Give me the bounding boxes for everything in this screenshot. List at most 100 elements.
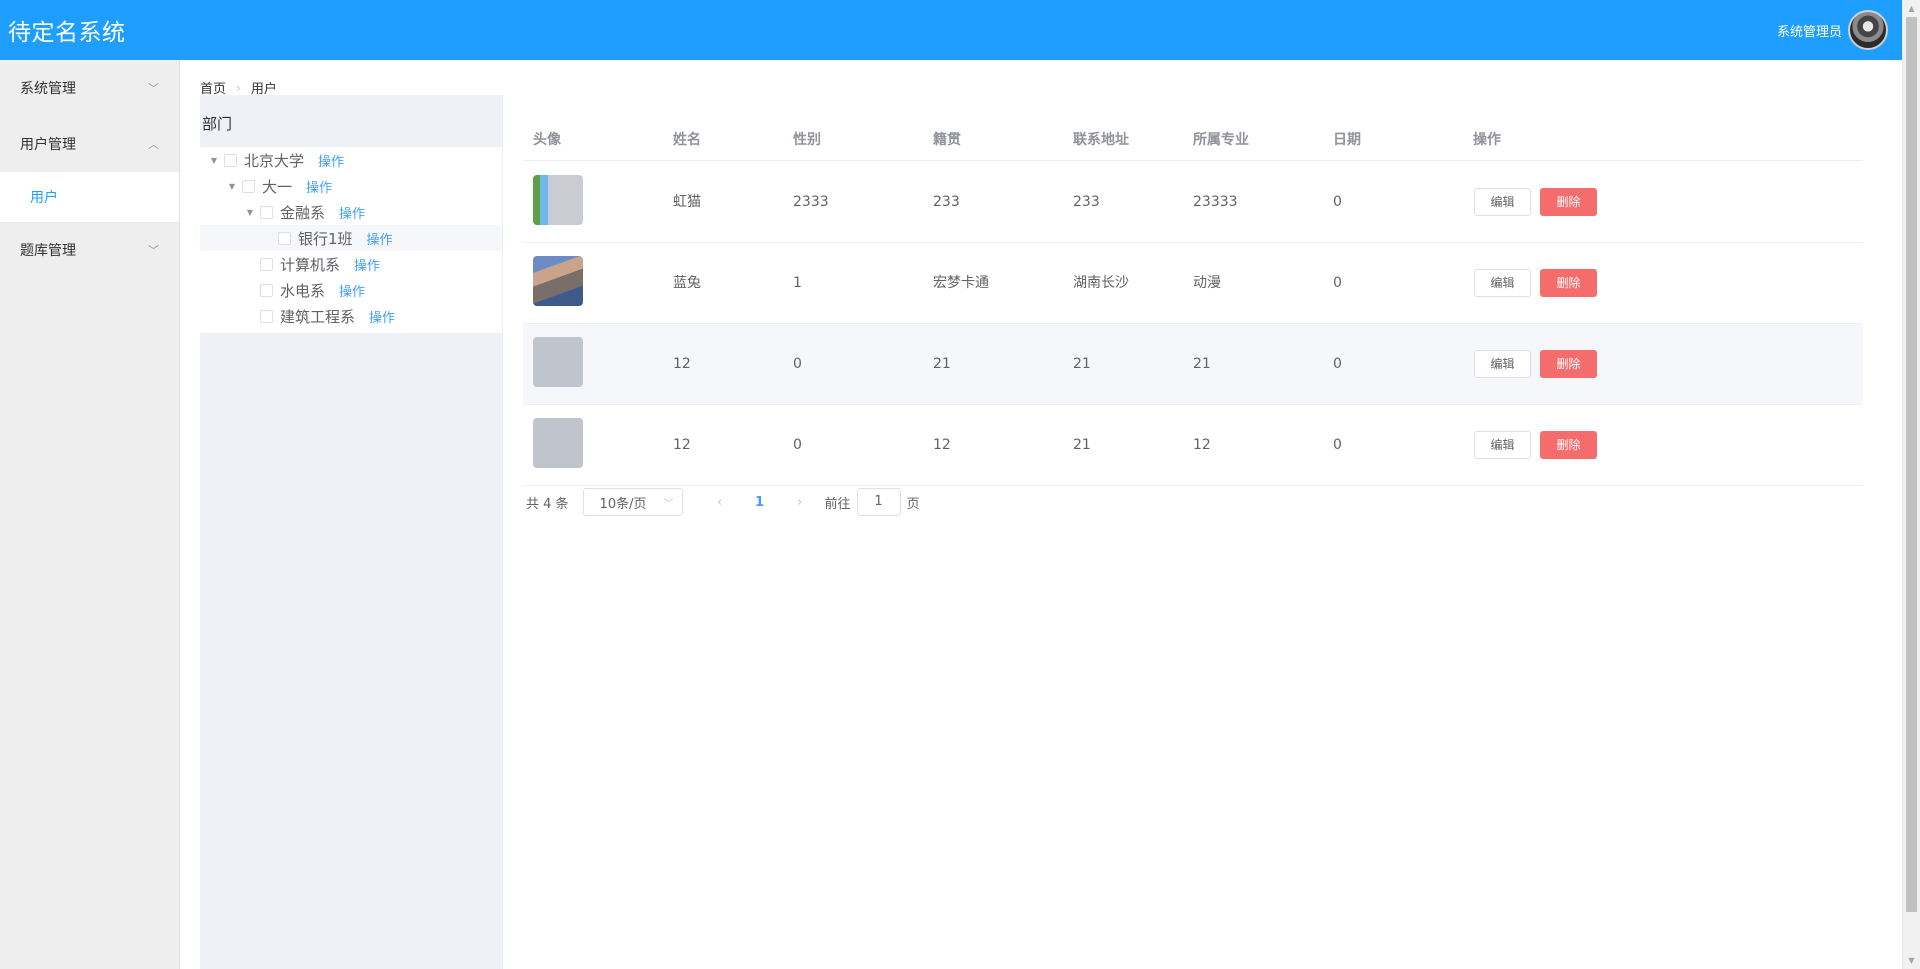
edit-button[interactable]: 编辑 <box>1474 350 1531 378</box>
cell-major: 21 <box>1193 356 1211 372</box>
cell-date: 0 <box>1333 356 1342 372</box>
delete-button[interactable]: 删除 <box>1540 188 1597 216</box>
tree-checkbox[interactable] <box>224 153 237 167</box>
cell-major: 12 <box>1193 437 1211 453</box>
tree-checkbox[interactable] <box>260 257 273 271</box>
page-scrollbar[interactable]: ▲ ▼ <box>1902 0 1920 969</box>
goto-label: 前往 <box>824 496 851 512</box>
table-row: 蓝兔 1 宏梦卡通 湖南长沙 动漫 0 编辑 删除 <box>523 243 1863 324</box>
scroll-thumb[interactable] <box>1906 17 1917 912</box>
page-size-value: 10条/页 <box>599 496 647 512</box>
top-header: 待定名系统 系统管理员 <box>0 0 1902 60</box>
tree-node[interactable]: ▼ 大一 操作 <box>200 173 502 199</box>
sidebar: 系统管理 ﹀ 用户管理 ︿ 用户 题库管理 ﹀ <box>0 60 180 969</box>
sidebar-item-user-management[interactable]: 用户管理 ︿ <box>0 116 179 172</box>
cell-native: 12 <box>933 437 951 453</box>
tree-node-op-link[interactable]: 操作 <box>318 151 344 170</box>
tree-checkbox[interactable] <box>260 283 273 297</box>
user-avatar-placeholder <box>533 418 583 468</box>
cell-name: 虹猫 <box>673 194 701 210</box>
next-page-icon[interactable]: › <box>785 495 815 510</box>
user-table-area: 头像 姓名 性别 籍贯 联系地址 所属专业 日期 操作 虹猫 2333 233 … <box>502 95 1882 969</box>
chevron-right-icon: › <box>236 80 241 95</box>
column-header: 联系地址 <box>1073 132 1129 148</box>
tree-node-label: 水电系 <box>280 281 326 300</box>
scroll-up-arrow-icon[interactable]: ▲ <box>1903 0 1920 17</box>
column-header: 性别 <box>793 132 821 148</box>
page-suffix-label: 页 <box>906 496 920 512</box>
cell-date: 0 <box>1333 437 1342 453</box>
tree-checkbox[interactable] <box>260 309 273 323</box>
tree-node[interactable]: ▼ 建筑工程系 操作 <box>200 303 502 329</box>
column-header: 所属专业 <box>1193 132 1249 148</box>
caret-down-icon[interactable]: ▼ <box>226 182 238 191</box>
page-number-current[interactable]: 1 <box>745 495 775 510</box>
tree-node[interactable]: ▼ 银行1班 操作 <box>200 225 502 251</box>
cell-gender: 1 <box>793 275 802 291</box>
user-name[interactable]: 系统管理员 <box>1777 21 1842 40</box>
goto-page-input[interactable]: 1 <box>856 488 901 516</box>
cell-major: 23333 <box>1193 194 1238 210</box>
chevron-down-icon: ﹀ <box>148 244 159 257</box>
tree-node-op-link[interactable]: 操作 <box>339 281 365 300</box>
user-avatar-thumbnail <box>533 256 583 306</box>
app-title: 待定名系统 <box>8 20 126 46</box>
sidebar-item-system-management[interactable]: 系统管理 ﹀ <box>0 60 179 116</box>
tree-node[interactable]: ▼ 水电系 操作 <box>200 277 502 303</box>
tree-node-label: 建筑工程系 <box>280 307 356 326</box>
sidebar-item-label: 系统管理 <box>20 81 76 97</box>
edit-button[interactable]: 编辑 <box>1474 269 1531 297</box>
scroll-down-arrow-icon[interactable]: ▼ <box>1903 952 1920 969</box>
user-avatar-thumbnail <box>533 175 583 225</box>
tree-node-op-link[interactable]: 操作 <box>339 203 365 222</box>
tree-node-op-link[interactable]: 操作 <box>354 255 380 274</box>
edit-button[interactable]: 编辑 <box>1474 431 1531 459</box>
edit-button[interactable]: 编辑 <box>1474 188 1531 216</box>
tree-node-op-link[interactable]: 操作 <box>306 177 332 196</box>
sidebar-subitem-users[interactable]: 用户 <box>0 172 179 222</box>
column-header: 籍贯 <box>933 132 961 148</box>
tree-node-label: 北京大学 <box>244 151 305 170</box>
pagination: 共 4 条 10条/页 ﹀ ‹ 1 › 前往 1 页 <box>526 488 920 516</box>
page-size-select[interactable]: 10条/页 ﹀ <box>582 488 683 516</box>
tree-checkbox[interactable] <box>242 179 255 193</box>
pagination-total: 共 4 条 <box>526 496 569 512</box>
cell-name: 12 <box>673 356 691 372</box>
delete-button[interactable]: 删除 <box>1540 269 1597 297</box>
avatar[interactable] <box>1848 10 1888 50</box>
cell-native: 宏梦卡通 <box>933 275 989 291</box>
cell-address: 21 <box>1073 356 1091 372</box>
sidebar-item-question-bank[interactable]: 题库管理 ﹀ <box>0 222 179 278</box>
sidebar-subitem-label: 用户 <box>30 190 58 206</box>
cell-gender: 0 <box>793 356 802 372</box>
dept-panel: 部门 ▼ 北京大学 操作 ▼ 大一 操作 ▼ 金融系 操作 ▼ 银行1班 操作 … <box>200 95 502 969</box>
tree-node[interactable]: ▼ 金融系 操作 <box>200 199 502 225</box>
delete-button[interactable]: 删除 <box>1540 350 1597 378</box>
sidebar-item-label: 题库管理 <box>20 243 76 259</box>
cell-address: 21 <box>1073 437 1091 453</box>
caret-down-icon[interactable]: ▼ <box>244 208 256 217</box>
cell-date: 0 <box>1333 194 1342 210</box>
chevron-up-icon: ︿ <box>148 138 159 151</box>
tree-node-label: 金融系 <box>280 203 326 222</box>
tree-node[interactable]: ▼ 计算机系 操作 <box>200 251 502 277</box>
delete-button[interactable]: 删除 <box>1540 431 1597 459</box>
sidebar-item-label: 用户管理 <box>20 137 76 153</box>
table-row: 12 0 21 21 21 0 编辑 删除 <box>523 324 1863 405</box>
caret-down-icon[interactable]: ▼ <box>208 156 220 165</box>
cell-date: 0 <box>1333 275 1342 291</box>
dept-tree: ▼ 北京大学 操作 ▼ 大一 操作 ▼ 金融系 操作 ▼ 银行1班 操作 ▼ 计… <box>200 147 502 333</box>
tree-node-op-link[interactable]: 操作 <box>369 307 395 326</box>
tree-node-label: 银行1班 <box>298 229 353 248</box>
dept-title: 部门 <box>202 115 233 133</box>
tree-node-op-link[interactable]: 操作 <box>367 229 393 248</box>
cell-major: 动漫 <box>1193 275 1221 291</box>
tree-checkbox[interactable] <box>278 231 291 245</box>
tree-node[interactable]: ▼ 北京大学 操作 <box>200 147 502 173</box>
tree-checkbox[interactable] <box>260 205 273 219</box>
cell-native: 21 <box>933 356 951 372</box>
prev-page-icon[interactable]: ‹ <box>705 495 735 510</box>
cell-gender: 2333 <box>793 194 829 210</box>
tree-node-label: 计算机系 <box>280 255 341 274</box>
user-info[interactable]: 系统管理员 <box>1777 10 1888 50</box>
